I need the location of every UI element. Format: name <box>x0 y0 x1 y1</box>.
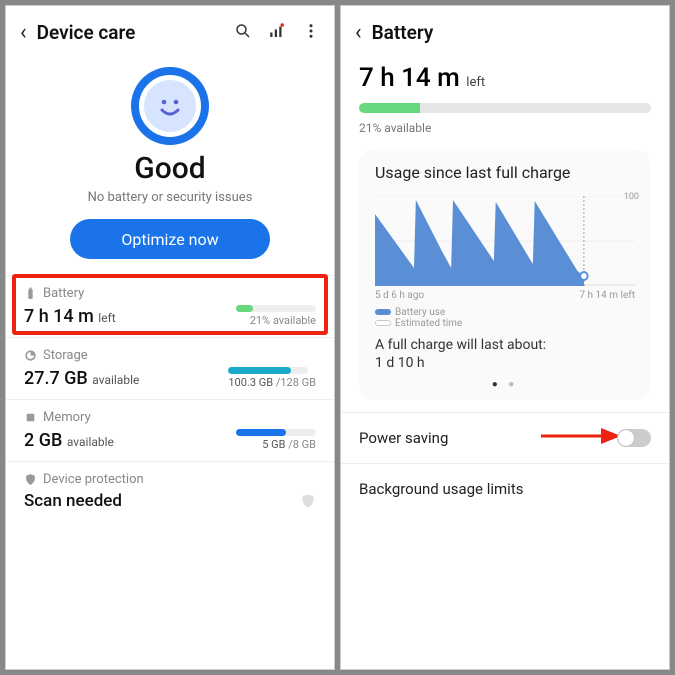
page-dots: ● ● <box>375 379 635 390</box>
arrow-annotation <box>541 427 621 445</box>
battery-time: 7 h 14 m <box>24 306 94 327</box>
storage-section[interactable]: Storage 27.7 GB available 100.3 GB /128 … <box>6 337 334 399</box>
axis-max: 100 <box>624 192 639 202</box>
power-saving-row[interactable]: Power saving <box>341 412 669 463</box>
power-saving-toggle[interactable] <box>617 429 651 447</box>
memory-bar <box>236 429 316 436</box>
page-title: Device care <box>37 21 234 44</box>
range-start: 5 d 6 h ago <box>375 290 424 301</box>
storage-suffix: available <box>92 373 139 387</box>
protection-section[interactable]: Device protection Scan needed <box>6 461 334 521</box>
legend-est: Estimated time <box>395 318 462 329</box>
status-label: Good <box>6 151 334 186</box>
back-icon[interactable]: ‹ <box>355 20 372 45</box>
memory-label: Memory <box>43 410 91 425</box>
usage-chart: 100 <box>375 196 635 286</box>
storage-label: Storage <box>43 348 88 363</box>
smiley-icon <box>131 67 209 145</box>
search-icon[interactable] <box>234 22 252 44</box>
more-icon[interactable] <box>302 22 320 44</box>
storage-used: 100.3 GB <box>228 376 273 389</box>
full-charge-value: 1 d 10 h <box>375 355 635 371</box>
power-saving-label: Power saving <box>359 429 448 447</box>
bg-limits-label: Background usage limits <box>359 480 523 498</box>
time-suffix: left <box>466 75 485 90</box>
battery-percent: 21% available <box>236 314 316 327</box>
memory-section[interactable]: Memory 2 GB available 5 GB /8 GB <box>6 399 334 461</box>
battery-bar <box>236 305 316 312</box>
shield-icon <box>24 473 37 486</box>
protection-label: Device protection <box>43 472 144 487</box>
full-charge-line: A full charge will last about: <box>375 337 635 353</box>
time-remaining: 7 h 14 m <box>359 63 460 93</box>
battery-screen: ‹ Battery 7 h 14 m left 21% available Us… <box>340 5 670 670</box>
battery-icon <box>24 287 37 300</box>
header: ‹ Battery <box>341 6 669 53</box>
shield-grey-icon <box>300 491 316 511</box>
back-icon[interactable]: ‹ <box>20 20 37 45</box>
optimize-button[interactable]: Optimize now <box>70 219 270 259</box>
memory-value: 2 GB <box>24 430 62 451</box>
storage-bar <box>228 367 308 374</box>
card-title: Usage since last full charge <box>375 163 635 182</box>
signal-icon[interactable] <box>268 22 286 44</box>
header: ‹ Device care <box>6 6 334 53</box>
range-end: 7 h 14 m left <box>579 290 635 301</box>
battery-progress <box>359 103 651 113</box>
storage-total: /128 GB <box>276 376 316 389</box>
battery-section[interactable]: Battery 7 h 14 m left 21% available <box>6 275 334 337</box>
status-sub: No battery or security issues <box>6 190 334 205</box>
storage-icon <box>24 349 37 362</box>
memory-icon <box>24 411 37 424</box>
bg-limits-row[interactable]: Background usage limits <box>341 463 669 514</box>
device-care-screen: ‹ Device care Good No battery or securit… <box>5 5 335 670</box>
page-title: Battery <box>372 21 655 44</box>
usage-card[interactable]: Usage since last full charge 100 5 d 6 h… <box>359 149 651 400</box>
storage-value: 27.7 GB <box>24 368 88 389</box>
status-icon-wrap <box>6 67 334 145</box>
battery-label: Battery <box>43 286 84 301</box>
battery-suffix: left <box>98 311 115 325</box>
battery-percent: 21% available <box>359 121 651 135</box>
protection-status: Scan needed <box>24 491 122 511</box>
memory-used: 5 GB <box>262 438 285 451</box>
memory-suffix: available <box>67 435 114 449</box>
legend-use: Battery use <box>395 307 445 318</box>
memory-total: /8 GB <box>288 438 316 451</box>
